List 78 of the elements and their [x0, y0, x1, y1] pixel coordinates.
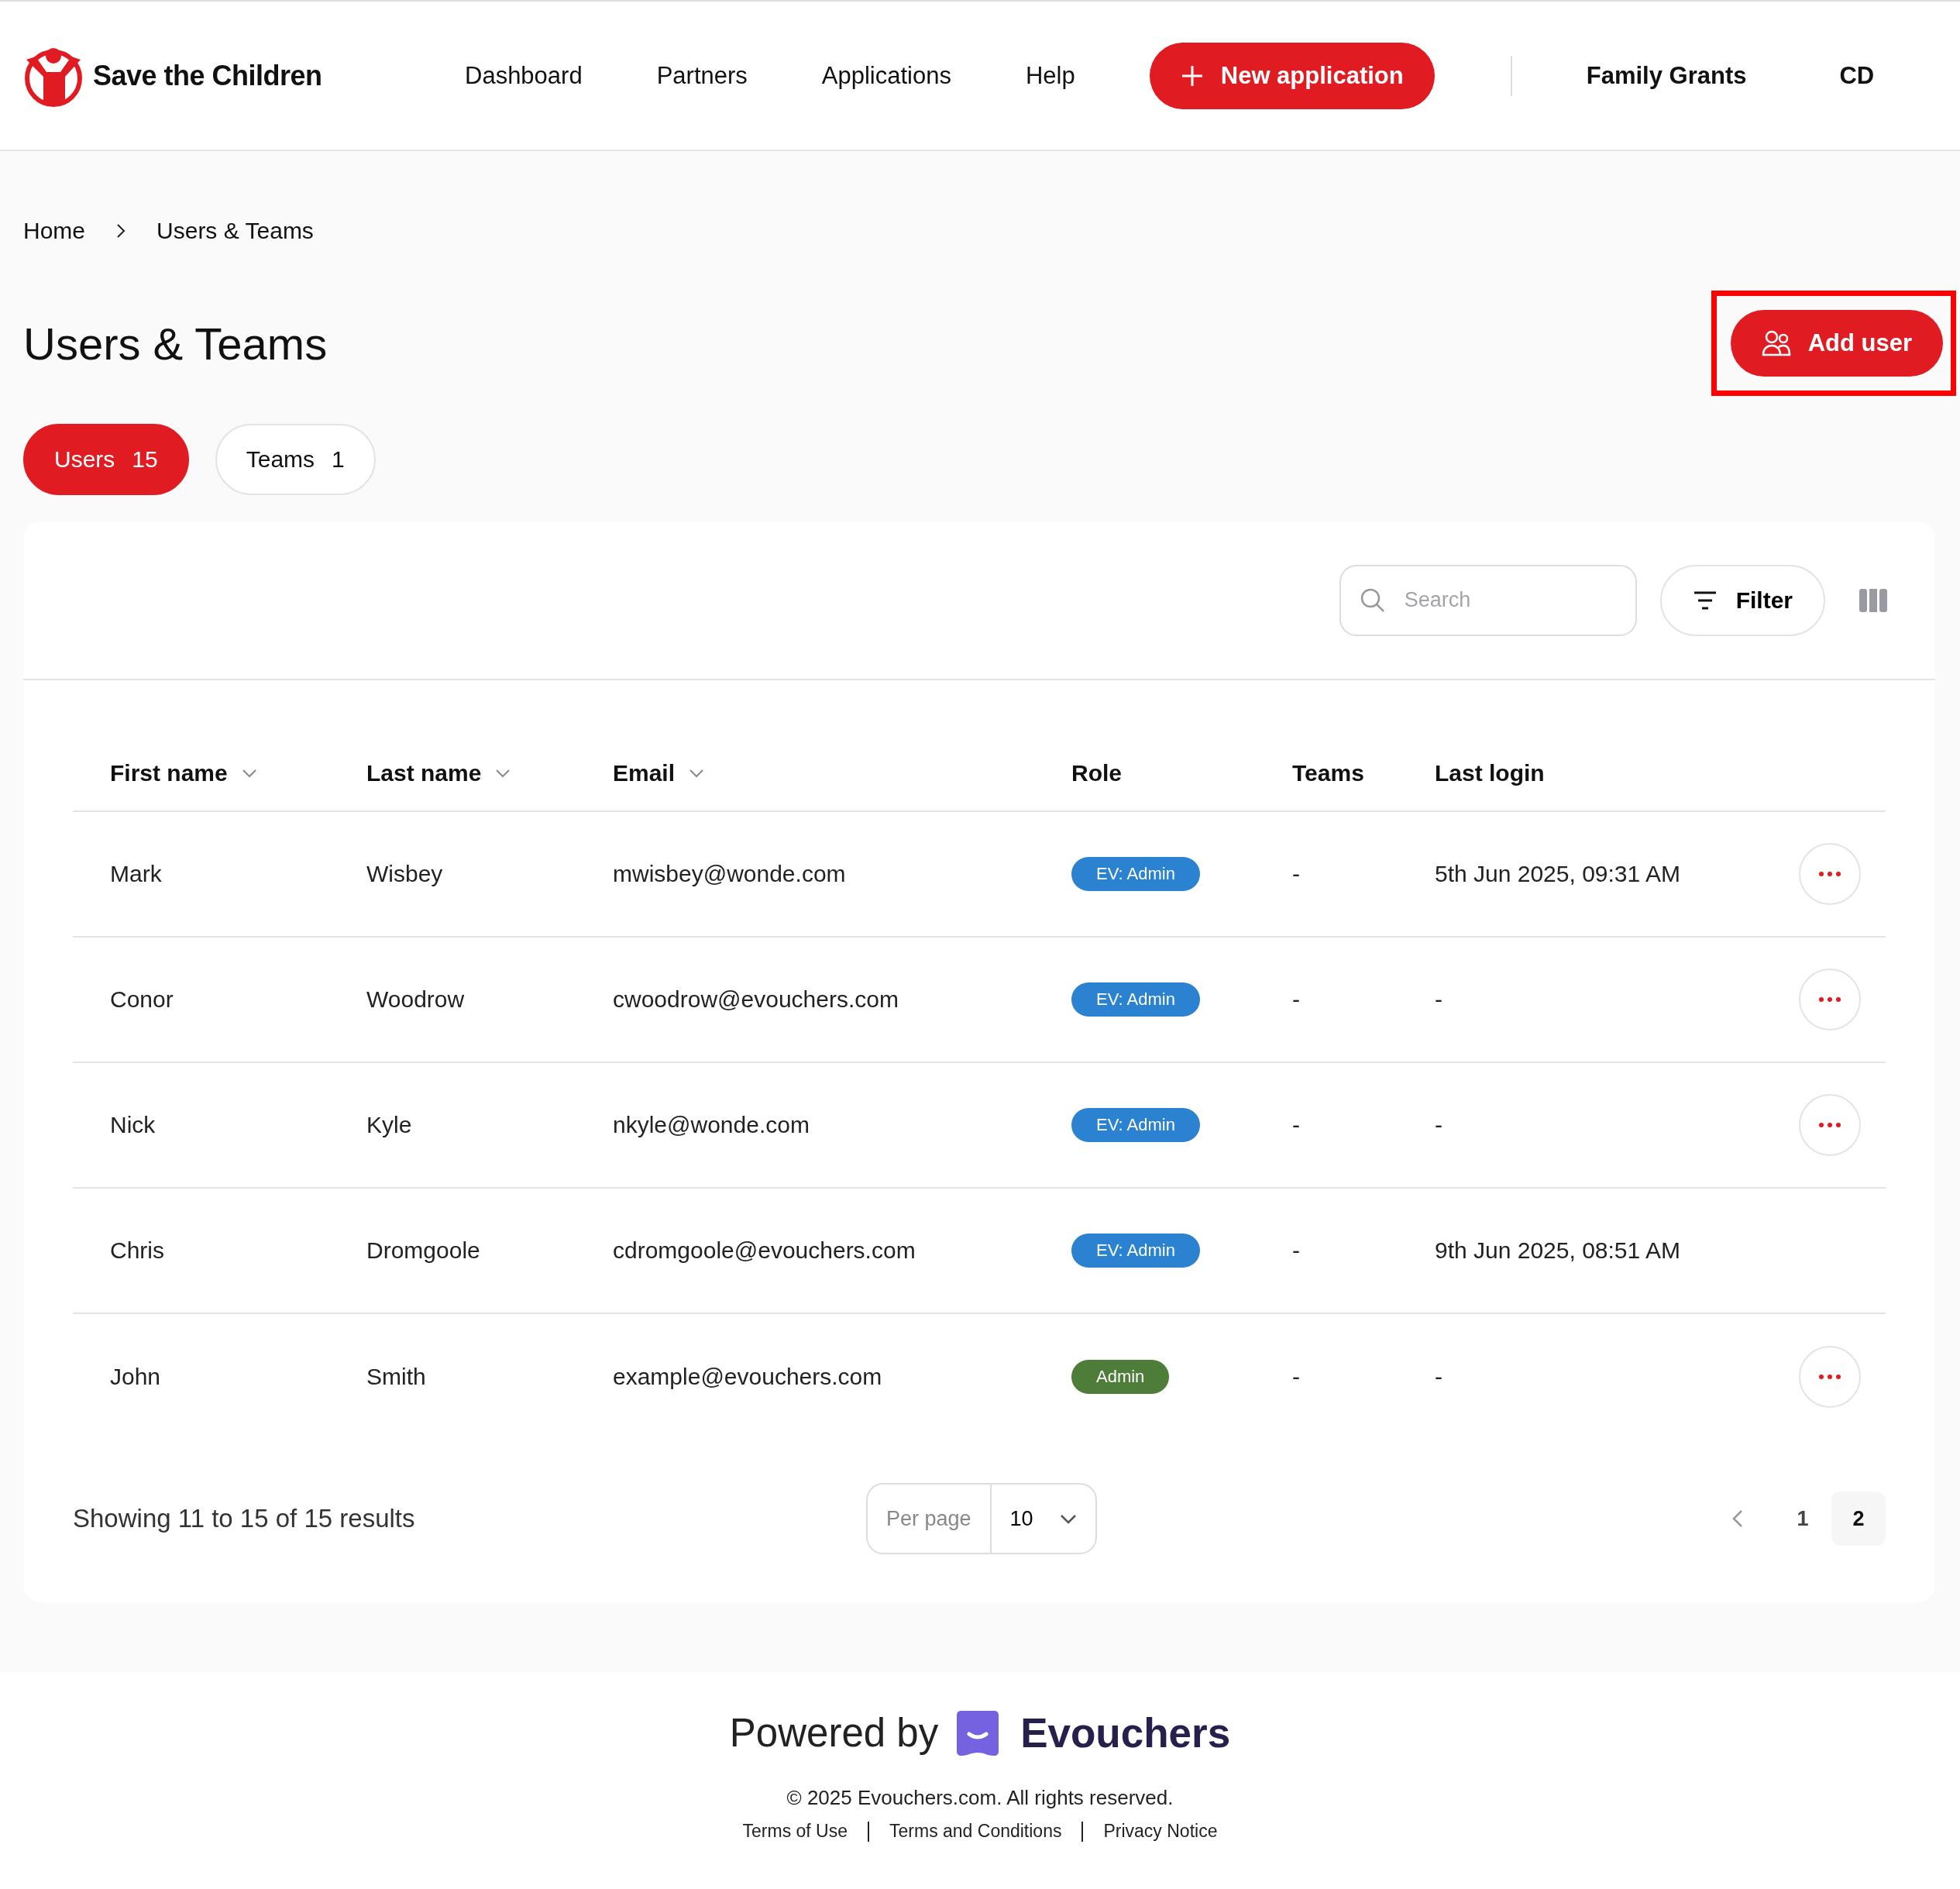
table-cell-text: Mark [110, 861, 163, 887]
table-cell-text: Conor [110, 986, 174, 1013]
table-cell-text: - [1292, 1364, 1301, 1390]
nav-link[interactable]: Dashboard [465, 61, 583, 90]
search-field[interactable]: Search [1339, 564, 1637, 636]
table-cell-text: - [1435, 1364, 1443, 1390]
table-cell-text: - [1292, 986, 1301, 1013]
nav-link[interactable]: Partners [656, 61, 748, 90]
breadcrumb-link[interactable]: Users & Teams [156, 218, 314, 244]
column-header: Last login [1435, 760, 1545, 786]
column-header[interactable]: Email [613, 760, 676, 786]
nav-link[interactable]: Applications [821, 61, 951, 90]
chevron-right-icon [116, 223, 126, 239]
tab[interactable]: Teams 1 [215, 424, 376, 495]
organisation-name[interactable]: Family Grants [1586, 61, 1747, 90]
page-button[interactable]: 2 [1831, 1492, 1886, 1546]
table-cell-text: 9th Jun 2025, 08:51 AM [1435, 1237, 1681, 1264]
table-cell-text: cdromgoole@evouchers.com [613, 1237, 916, 1264]
table-cell-text: Chris [110, 1237, 165, 1264]
table-cell-text: Wisbey [366, 861, 444, 887]
table-cell-text: - [1292, 1237, 1301, 1264]
table-cell-text: - [1435, 986, 1443, 1013]
users-icon [1761, 330, 1791, 356]
role-badge: EV: Admin [1071, 857, 1200, 891]
column-header[interactable]: Last name [366, 760, 482, 786]
footer-link[interactable]: Privacy Notice [1103, 1821, 1218, 1842]
column-header: Role [1071, 760, 1122, 786]
evouchers-logo-icon [957, 1710, 999, 1756]
table-cell-text: Kyle [366, 1112, 413, 1138]
add-user-button[interactable]: Add user [1730, 310, 1943, 377]
chevron-down-icon [689, 769, 705, 778]
column-header[interactable]: First name [110, 760, 228, 786]
brand-name: Save the Children [93, 59, 322, 92]
role-badge: EV: Admin [1071, 1108, 1200, 1142]
chevron-down-icon [495, 769, 511, 778]
plus-icon [1180, 64, 1204, 88]
new-application-button[interactable]: New application [1149, 42, 1435, 109]
table-cell-text: John [110, 1364, 162, 1390]
chevron-down-icon [241, 769, 257, 778]
table-cell-text: cwoodrow@evouchers.com [613, 986, 899, 1013]
results-summary: Showing 11 to 15 of 15 results [73, 1504, 416, 1533]
search-icon [1359, 587, 1386, 614]
chevron-down-icon [1059, 1513, 1077, 1524]
table-cell-text: - [1435, 1112, 1443, 1138]
footer-link[interactable]: Terms and Conditions [889, 1821, 1062, 1842]
table-cell-text: - [1292, 861, 1301, 887]
table-cell-text: Woodrow [366, 986, 466, 1013]
role-badge: EV: Admin [1071, 1234, 1200, 1268]
table-cell-text: Smith [366, 1364, 427, 1390]
table-cell-text: example@evouchers.com [613, 1364, 883, 1390]
table-cell-text: nkyle@wonde.com [613, 1112, 810, 1138]
table-cell-text: mwisbey@wonde.com [613, 861, 847, 887]
page-button[interactable]: 1 [1776, 1492, 1830, 1546]
table-cell-text: Dromgoole [366, 1237, 481, 1264]
per-page-select[interactable]: Per page 10 [866, 1483, 1097, 1554]
chevron-left-icon[interactable] [1732, 1509, 1743, 1528]
column-header: Teams [1292, 760, 1364, 786]
role-badge: Admin [1071, 1360, 1170, 1394]
more-icon [1819, 1123, 1841, 1127]
filter-icon [1692, 590, 1718, 611]
more-icon [1819, 872, 1841, 876]
more-icon [1819, 997, 1841, 1002]
copyright-text: © 2025 Evouchers.com. All rights reserved. [786, 1786, 1174, 1810]
nav-link[interactable]: Help [1026, 61, 1075, 90]
table-cell-text: - [1292, 1112, 1301, 1138]
page-title: Users & Teams [23, 317, 328, 370]
tab[interactable]: Users 15 [23, 424, 189, 495]
breadcrumb-link[interactable]: Home [23, 218, 86, 244]
role-badge: EV: Admin [1071, 982, 1200, 1017]
evouchers-brand: Evouchers [1020, 1709, 1231, 1757]
footer-link[interactable]: Terms of Use [742, 1821, 848, 1842]
user-initials[interactable]: CD [1839, 61, 1875, 90]
columns-icon[interactable] [1859, 588, 1887, 612]
table-cell-text: 5th Jun 2025, 09:31 AM [1435, 861, 1681, 887]
filter-button[interactable]: Filter [1659, 564, 1825, 636]
table-cell-text: Nick [110, 1112, 156, 1138]
powered-by-text: Powered by [729, 1710, 939, 1756]
more-icon [1819, 1375, 1841, 1379]
